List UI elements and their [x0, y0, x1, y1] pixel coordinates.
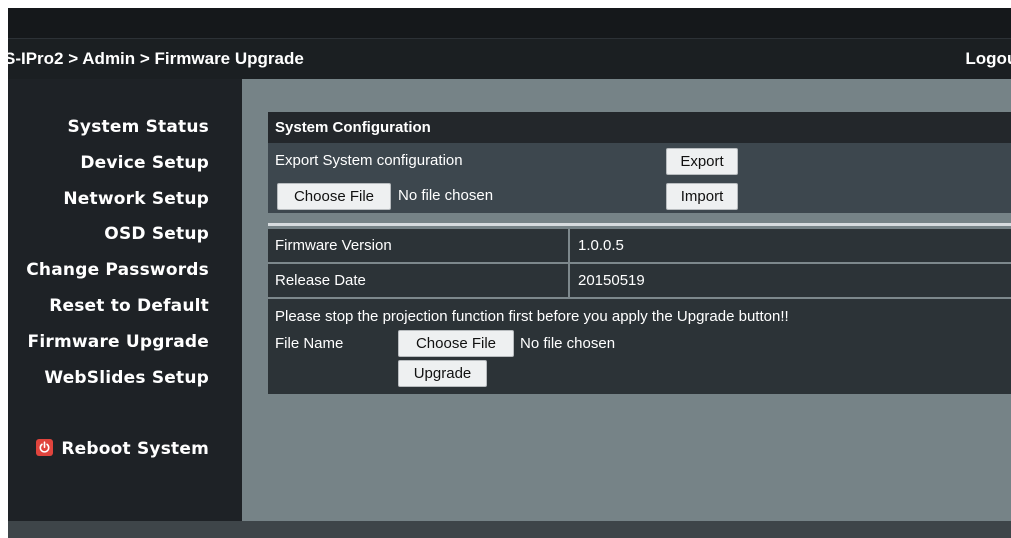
main-content: System Configuration Export System confi…	[242, 79, 1011, 521]
file-name-label: File Name	[275, 335, 344, 352]
breadcrumb-admin[interactable]: Admin	[82, 49, 135, 68]
sidebar-item-system-status[interactable]: System Status	[67, 117, 209, 137]
logout-link[interactable]: Logout	[965, 39, 1011, 79]
upgrade-notice: Please stop the projection function firs…	[275, 308, 789, 325]
no-file-chosen-text: No file chosen	[398, 187, 494, 204]
upgrade-choose-file-button[interactable]: Choose File	[398, 330, 514, 357]
firmware-version-label: Firmware Version	[275, 237, 392, 254]
power-icon	[36, 439, 54, 456]
upgrade-button[interactable]: Upgrade	[398, 360, 487, 387]
sidebar-item-webslides-setup[interactable]: WebSlides Setup	[44, 368, 209, 388]
import-button[interactable]: Import	[666, 183, 738, 210]
reboot-system-label: Reboot System	[61, 439, 209, 459]
breadcrumb-separator: >	[135, 49, 155, 68]
sidebar-item-network-setup[interactable]: Network Setup	[63, 189, 209, 209]
breadcrumb-device: S-IPro2	[8, 49, 64, 68]
release-date-row: Release Date 20150519	[268, 264, 1011, 297]
breadcrumb: S-IPro2 > Admin > Firmware Upgrade	[8, 39, 304, 79]
upgrade-section: Please stop the projection function firs…	[268, 299, 1011, 394]
export-label: Export System configuration	[275, 152, 463, 169]
breadcrumb-separator: >	[63, 49, 83, 68]
sidebar: System Status Device Setup Network Setup…	[8, 79, 242, 521]
footer-bar	[8, 521, 1011, 538]
export-row: Export System configuration Export	[268, 143, 1011, 178]
top-bar	[8, 8, 1011, 39]
export-button[interactable]: Export	[666, 148, 738, 175]
cell-divider	[568, 264, 570, 297]
sidebar-item-device-setup[interactable]: Device Setup	[80, 153, 209, 173]
release-date-label: Release Date	[275, 272, 366, 289]
title-bar: S-IPro2 > Admin > Firmware Upgrade Logou…	[8, 39, 1011, 79]
release-date-value: 20150519	[578, 272, 645, 289]
upgrade-no-file-chosen-text: No file chosen	[520, 335, 616, 352]
sidebar-item-change-passwords[interactable]: Change Passwords	[26, 260, 209, 280]
firmware-version-value: 1.0.0.5	[578, 237, 624, 254]
app-frame: S-IPro2 > Admin > Firmware Upgrade Logou…	[8, 8, 1011, 538]
section-title: System Configuration	[268, 112, 1011, 143]
cell-divider	[568, 229, 570, 262]
sidebar-item-firmware-upgrade[interactable]: Firmware Upgrade	[28, 332, 209, 352]
reboot-system-button[interactable]: Reboot System	[36, 439, 209, 459]
firmware-version-row: Firmware Version 1.0.0.5	[268, 229, 1011, 262]
divider	[268, 223, 1011, 226]
sidebar-item-osd-setup[interactable]: OSD Setup	[104, 224, 209, 244]
choose-file-button[interactable]: Choose File	[277, 183, 391, 210]
sidebar-item-reset-to-default[interactable]: Reset to Default	[49, 296, 209, 316]
import-row: Choose File No file chosen Import	[268, 178, 1011, 213]
breadcrumb-current-page: Firmware Upgrade	[154, 49, 304, 68]
